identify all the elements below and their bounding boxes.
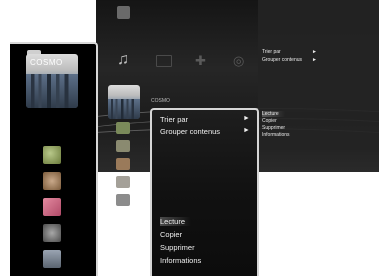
group-content-option[interactable]: Grouper contenus — [160, 127, 220, 136]
info-item-small[interactable]: Informations — [262, 132, 290, 138]
thumbnail[interactable] — [116, 176, 130, 188]
chevron-right-icon: ► — [243, 127, 250, 134]
game-icon[interactable]: ✚ — [195, 54, 206, 68]
delete-item-small[interactable]: Supprimer — [262, 125, 285, 131]
play-item-small[interactable]: Lecture — [262, 111, 285, 117]
video-icon[interactable] — [156, 55, 172, 67]
delete-item[interactable]: Supprimer — [160, 243, 195, 252]
music-icon[interactable]: ♫ — [117, 52, 129, 68]
group-content-option-small[interactable]: Grouper contenus — [262, 57, 302, 63]
photo-icon[interactable] — [117, 6, 130, 19]
thumbnail[interactable] — [116, 122, 130, 134]
thumbnail[interactable] — [43, 250, 61, 268]
thumbnail[interactable] — [43, 224, 61, 242]
thumbnail[interactable] — [43, 172, 61, 190]
network-icon[interactable]: ◎ — [233, 54, 244, 68]
folder-label: COSMO — [30, 58, 63, 67]
thumbnail[interactable] — [116, 194, 130, 206]
chevron-right-icon: ► — [312, 49, 317, 55]
copy-item-small[interactable]: Copier — [262, 118, 277, 124]
folder-cosmo-large[interactable]: COSMO — [26, 54, 78, 108]
chevron-right-icon: ► — [312, 57, 317, 63]
play-item[interactable]: Lecture — [160, 217, 192, 226]
folder-cosmo-small[interactable] — [108, 85, 140, 119]
copy-item[interactable]: Copier — [160, 230, 182, 239]
city-image — [26, 74, 78, 108]
sort-by-option-small[interactable]: Trier par — [262, 49, 281, 55]
thumbnail[interactable] — [116, 140, 130, 152]
folder-label-small: COSMO — [151, 98, 170, 104]
options-menu: Trier par ► Grouper contenus ► Lecture C… — [150, 108, 259, 276]
city-image — [108, 99, 140, 119]
info-item[interactable]: Informations — [160, 256, 201, 265]
thumbnail[interactable] — [43, 146, 61, 164]
sort-by-option[interactable]: Trier par — [160, 115, 188, 124]
thumbnail[interactable] — [43, 198, 61, 216]
content-list-panel: COSMO — [10, 42, 98, 276]
thumbnail[interactable] — [116, 158, 130, 170]
chevron-right-icon: ► — [243, 115, 250, 122]
